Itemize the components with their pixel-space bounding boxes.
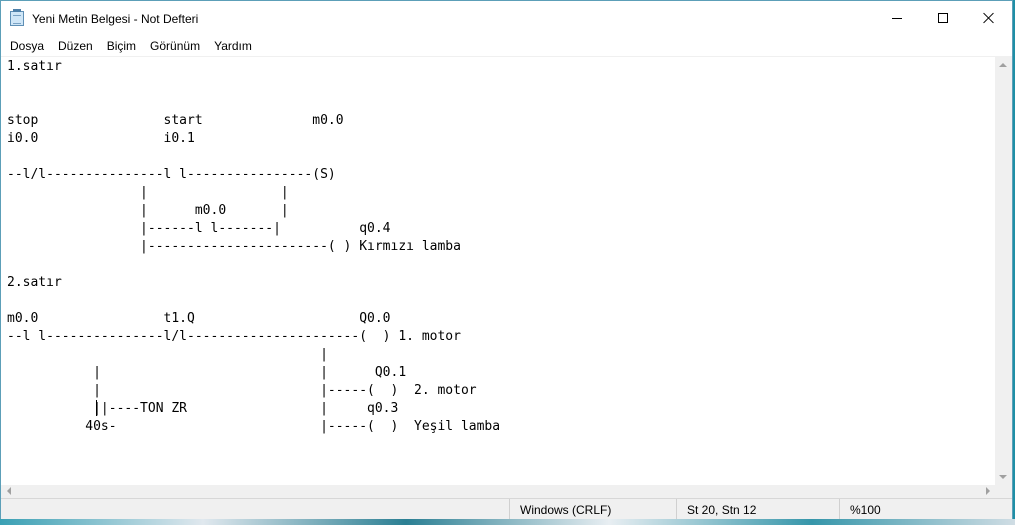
scroll-right-icon[interactable]: [986, 487, 990, 495]
horizontal-scrollbar[interactable]: [1, 485, 996, 498]
status-bar: Windows (CRLF) St 20, Stn 12 %100: [1, 498, 1012, 522]
scrollbar-corner: [995, 485, 1012, 498]
notepad-icon: [10, 9, 24, 26]
minimize-button[interactable]: [874, 1, 920, 35]
editor-content[interactable]: 1.satır stop start m0.0 i0.0 i0.1 --l/l-…: [7, 58, 500, 436]
menu-yardim[interactable]: Yardım: [207, 36, 259, 56]
menu-dosya[interactable]: Dosya: [3, 36, 51, 56]
scroll-up-icon[interactable]: [999, 63, 1007, 67]
desktop-background: [0, 519, 1015, 525]
scroll-left-icon[interactable]: [7, 487, 11, 495]
scroll-down-icon[interactable]: [999, 475, 1007, 479]
close-icon: [983, 12, 995, 24]
menu-gorunum[interactable]: Görünüm: [143, 36, 207, 56]
notepad-window: Yeni Metin Belgesi - Not Defteri Dosya D…: [0, 0, 1013, 522]
window-title: Yeni Metin Belgesi - Not Defteri: [32, 12, 199, 26]
close-button[interactable]: [966, 1, 1012, 35]
menu-bicim[interactable]: Biçim: [100, 36, 143, 56]
menu-duzen[interactable]: Düzen: [51, 36, 100, 56]
text-editor[interactable]: 1.satır stop start m0.0 i0.0 i0.1 --l/l-…: [1, 57, 996, 485]
maximize-button[interactable]: [920, 1, 966, 35]
vertical-scrollbar[interactable]: [995, 57, 1012, 485]
maximize-icon: [938, 13, 948, 23]
minimize-icon: [892, 17, 902, 19]
menu-bar: Dosya Düzen Biçim Görünüm Yardım: [1, 35, 1012, 57]
text-caret: [96, 400, 97, 416]
title-bar[interactable]: Yeni Metin Belgesi - Not Defteri: [1, 1, 1012, 35]
